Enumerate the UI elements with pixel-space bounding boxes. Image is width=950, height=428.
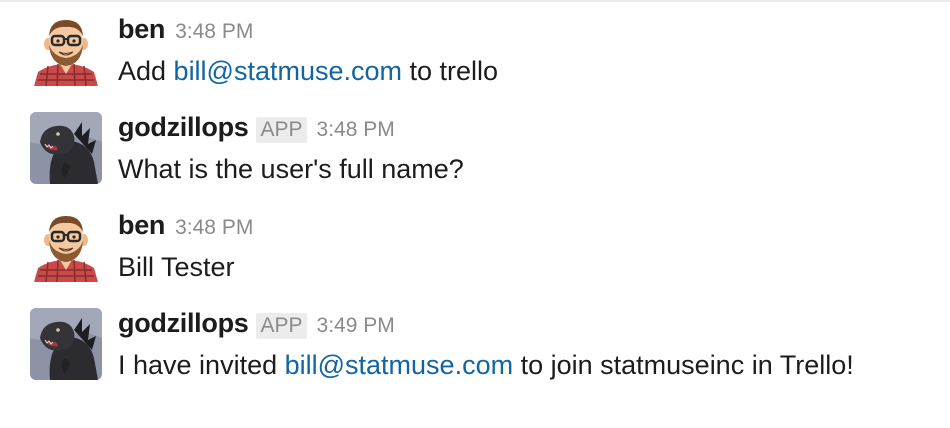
timestamp[interactable]: 3:48 PM bbox=[175, 20, 253, 44]
message-text: I have invited bill@statmuse.com to join… bbox=[118, 350, 854, 381]
bearded-man-glasses-avatar[interactable] bbox=[30, 210, 102, 282]
message-text: Add bill@statmuse.com to trello bbox=[118, 56, 498, 87]
message: ben 3:48 PM Bill Tester bbox=[30, 210, 930, 300]
message: godzillops APP 3:49 PM I have invited bi… bbox=[30, 308, 930, 398]
author-name[interactable]: godzillops bbox=[118, 112, 249, 143]
message-text-before: I have invited bbox=[118, 350, 285, 380]
bearded-man-glasses-avatar[interactable] bbox=[30, 14, 102, 86]
app-badge: APP bbox=[256, 313, 307, 339]
avatar-illustration bbox=[30, 210, 102, 282]
email-link[interactable]: bill@statmuse.com bbox=[285, 350, 513, 380]
top-divider bbox=[0, 0, 950, 2]
app-badge: APP bbox=[256, 117, 307, 143]
author-name[interactable]: godzillops bbox=[118, 308, 249, 339]
message-text-before: Add bbox=[118, 56, 174, 86]
avatar-illustration bbox=[30, 112, 102, 184]
timestamp[interactable]: 3:48 PM bbox=[175, 216, 253, 240]
message-header: godzillops APP 3:49 PM bbox=[118, 308, 395, 342]
timestamp[interactable]: 3:48 PM bbox=[317, 118, 395, 142]
message-text: Bill Tester bbox=[118, 252, 235, 282]
godzilla-avatar[interactable] bbox=[30, 308, 102, 380]
message-text-after: to trello bbox=[402, 56, 499, 86]
author-name[interactable]: ben bbox=[118, 14, 165, 45]
timestamp[interactable]: 3:49 PM bbox=[317, 314, 395, 338]
godzilla-avatar[interactable] bbox=[30, 112, 102, 184]
message-header: ben 3:48 PM bbox=[118, 14, 253, 48]
message-text-after: to join statmuseinc in Trello! bbox=[513, 350, 854, 380]
message-header: godzillops APP 3:48 PM bbox=[118, 112, 395, 146]
message-text: What is the user's full name? bbox=[118, 154, 464, 184]
avatar-illustration bbox=[30, 308, 102, 380]
email-link[interactable]: bill@statmuse.com bbox=[174, 56, 402, 86]
author-name[interactable]: ben bbox=[118, 210, 165, 241]
message-header: ben 3:48 PM bbox=[118, 210, 253, 244]
message: godzillops APP 3:48 PM What is the user'… bbox=[30, 112, 930, 202]
message: ben 3:48 PM Add bill@statmuse.com to tre… bbox=[30, 14, 930, 104]
avatar-illustration bbox=[30, 14, 102, 86]
